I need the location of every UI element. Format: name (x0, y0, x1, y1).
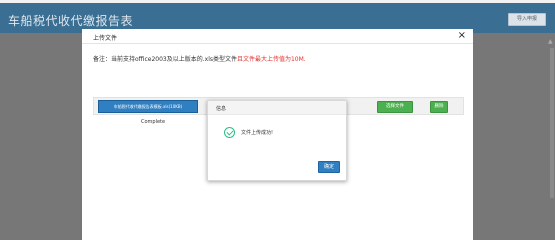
info-message: 文件上传成功! (241, 130, 274, 136)
import-declare-button[interactable]: 导入申报 (508, 13, 546, 26)
info-dialog-header: 信息 (208, 101, 346, 115)
close-icon[interactable]: × (458, 30, 466, 41)
notice-size-limit: 且文件最大上传值为10M. (236, 56, 306, 63)
ok-button[interactable]: 确定 (318, 161, 340, 173)
delete-button[interactable]: 删除 (430, 101, 448, 113)
choose-file-button[interactable]: 选择文件 (377, 101, 413, 113)
success-check-icon (224, 127, 235, 138)
upload-notice: 备注：当前支持office2003及以上版本的.xls类型文件且文件最大上传值为… (93, 54, 306, 63)
scrollbar[interactable] (550, 48, 554, 198)
progress-label: Complete (141, 119, 166, 125)
info-dialog-title: 信息 (216, 106, 227, 112)
notice-text: 备注：当前支持office2003及以上版本的.xls类型文件 (93, 56, 237, 63)
scroll-up-icon[interactable]: ▲ (548, 38, 553, 45)
dialog-title: 上传文件 (93, 35, 118, 42)
page-title: 车船税代收代缴报告表 (8, 14, 134, 28)
upload-progress-bar: 车船税代收代缴报告表模板.xls(10KB) (98, 100, 198, 113)
info-dialog: 信息 文件上传成功! 确定 (207, 100, 347, 181)
dialog-header: 上传文件 × (82, 29, 473, 44)
